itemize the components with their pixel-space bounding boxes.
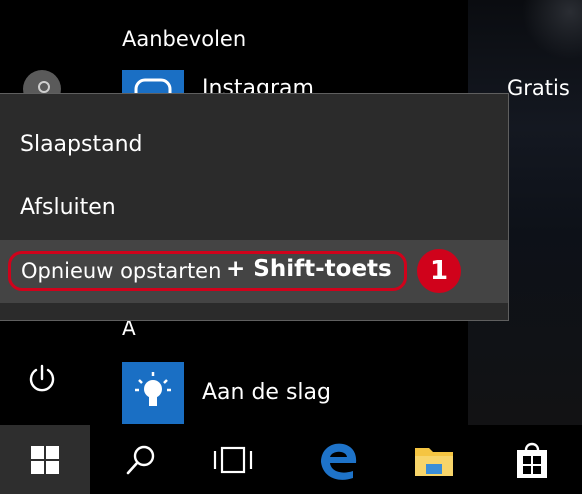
store-button[interactable] bbox=[487, 425, 577, 494]
app-label: Aan de slag bbox=[202, 380, 331, 405]
recommended-heading: Aanbevolen bbox=[122, 27, 247, 51]
menu-item-sleep[interactable]: Slaapstand bbox=[0, 116, 508, 174]
step-number-badge: 1 bbox=[417, 249, 461, 293]
search-icon bbox=[126, 445, 155, 474]
menu-item-restart[interactable]: Opnieuw opstarten + Shift-toets 1 bbox=[0, 240, 508, 303]
file-explorer-button[interactable] bbox=[389, 425, 479, 494]
power-options-menu: Slaapstand Afsluiten Opnieuw opstarten +… bbox=[0, 93, 509, 321]
start-button[interactable] bbox=[0, 425, 90, 494]
menu-item-shutdown[interactable]: Afsluiten bbox=[0, 181, 508, 239]
file-explorer-icon bbox=[415, 447, 453, 476]
menu-item-label: Slaapstand bbox=[20, 132, 143, 157]
menu-item-label: Afsluiten bbox=[20, 195, 116, 220]
app-item-aan-de-slag[interactable]: Aan de slag bbox=[122, 362, 462, 424]
power-icon[interactable] bbox=[25, 362, 59, 396]
task-view-icon bbox=[213, 446, 253, 473]
edge-button[interactable] bbox=[292, 425, 382, 494]
edge-browser-icon bbox=[321, 443, 357, 480]
taskbar bbox=[0, 425, 582, 494]
search-button[interactable] bbox=[96, 425, 186, 494]
lightbulb-icon bbox=[122, 362, 184, 424]
windows-logo-icon bbox=[31, 445, 59, 474]
store-icon bbox=[517, 442, 547, 478]
menu-item-label: Opnieuw opstarten bbox=[21, 259, 222, 283]
shift-key-annotation: + Shift-toets bbox=[226, 256, 392, 282]
price-label: Gratis bbox=[507, 76, 570, 100]
task-view-button[interactable] bbox=[188, 425, 278, 494]
highlight-outline: Opnieuw opstarten + Shift-toets bbox=[8, 251, 407, 291]
